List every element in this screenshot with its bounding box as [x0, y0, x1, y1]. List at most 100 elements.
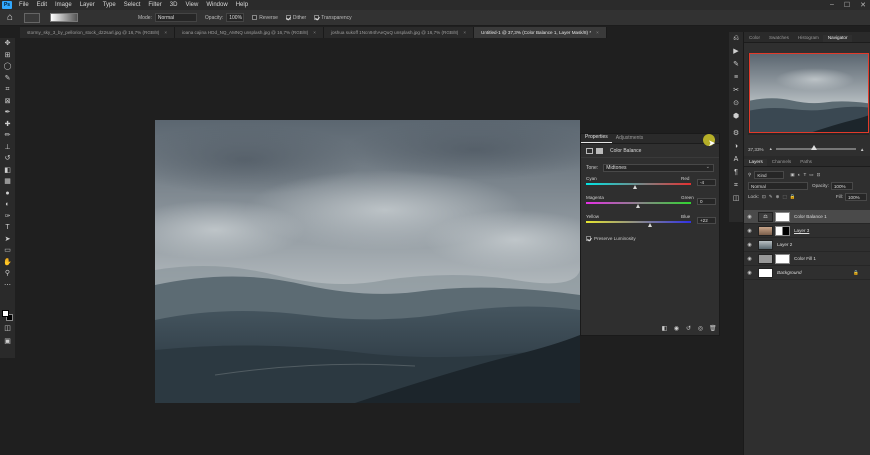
tab-histogram[interactable]: Histogram [793, 35, 823, 42]
rectangle-tool-icon[interactable]: ▭ [0, 245, 15, 257]
tone-select[interactable]: Midtones [603, 164, 714, 172]
tab-document-1[interactable]: stormy_sky_3_by_pellorion_stock_d22sarl.… [20, 27, 176, 38]
eraser-tool-icon[interactable]: ◧ [0, 165, 15, 177]
menu-select[interactable]: Select [120, 2, 145, 8]
zoom-value[interactable]: 37,33% [748, 147, 764, 152]
cyan-red-slider-thumb[interactable] [632, 185, 637, 189]
close-icon[interactable]: × [313, 30, 316, 35]
eye-icon[interactable]: ◉ [744, 214, 755, 220]
blend-mode-select[interactable]: Normal [748, 181, 808, 190]
frame-tool-icon[interactable]: ⊠ [0, 96, 15, 108]
transparency-checkbox[interactable] [314, 15, 320, 20]
3d-icon[interactable]: ⬢ [729, 110, 743, 123]
cyan-red-value-input[interactable]: -4 [697, 179, 716, 186]
lock-icon[interactable]: 🔒 [853, 270, 859, 276]
menu-layer[interactable]: Layer [76, 2, 99, 8]
zoom-out-icon[interactable]: ▴ [770, 146, 772, 152]
adjustments-icon[interactable]: ◑ [729, 140, 743, 153]
tab-document-2[interactable]: ioana cajina HDd_NQ_AMNQ unsplash.jpg @ … [175, 27, 324, 38]
properties-icon[interactable]: ⚙ [729, 127, 743, 140]
tab-paths[interactable]: Paths [795, 159, 816, 166]
dither-checkbox[interactable] [285, 15, 291, 20]
menu-file[interactable]: File [15, 2, 33, 8]
fill-input[interactable]: 100% [845, 192, 867, 201]
yellow-blue-slider-thumb[interactable] [647, 223, 652, 227]
glyphs-icon[interactable]: ⌗ [729, 179, 743, 192]
layer-mask-thumbnail[interactable] [775, 225, 790, 236]
quick-select-tool-icon[interactable]: ✎ [0, 73, 15, 85]
adjust-icon[interactable]: ≡ [729, 71, 743, 84]
visibility-icon[interactable]: ◎ [697, 326, 704, 333]
cyan-red-slider-track[interactable] [586, 183, 691, 185]
layer-mask-thumbnail[interactable] [775, 211, 790, 222]
document-canvas-image[interactable] [155, 120, 580, 403]
maximize-icon[interactable]: ☐ [844, 1, 850, 9]
eye-icon[interactable]: ◉ [744, 256, 755, 262]
menu-type[interactable]: Type [99, 2, 120, 8]
opacity-input[interactable]: 100% [226, 13, 245, 22]
navigator-view-box[interactable] [749, 53, 869, 133]
layer-row-background[interactable]: ◉ Background 🔒 [744, 266, 870, 280]
magenta-green-slider-thumb[interactable] [636, 204, 640, 208]
blur-tool-icon[interactable]: ● [0, 188, 15, 200]
layer-row-color-fill[interactable]: ◉ Color Fill 1 [744, 252, 870, 266]
eyedropper-tool-icon[interactable]: ✒ [0, 107, 15, 119]
layer-opacity-input[interactable]: 100% [830, 181, 853, 190]
eye-icon[interactable]: ◉ [744, 270, 755, 276]
menu-help[interactable]: Help [232, 2, 252, 8]
layer-row-layer-3[interactable]: ◉ Layer 3 [744, 224, 870, 238]
tab-navigator[interactable]: Navigator [822, 35, 852, 42]
yellow-blue-slider-track[interactable] [586, 221, 691, 223]
lock-icons[interactable]: ⊡✎⊕⬚🔒 [762, 194, 799, 200]
layer-row-layer-2[interactable]: ◉ Layer 2 [744, 238, 870, 252]
history-brush-tool-icon[interactable]: ↺ [0, 153, 15, 165]
close-icon[interactable]: ✕ [860, 1, 866, 9]
history-icon[interactable]: ⎌ [729, 32, 743, 45]
home-icon[interactable]: ⌂ [4, 12, 16, 24]
minimize-icon[interactable]: – [830, 1, 834, 9]
zoom-slider-track[interactable] [775, 145, 856, 150]
tool-presets-icon[interactable]: ✂ [729, 84, 743, 97]
brush-tool-icon[interactable]: ✏ [0, 130, 15, 142]
type-tool-icon[interactable]: T [0, 222, 15, 234]
foreground-color-swatch[interactable] [2, 310, 9, 317]
quick-mask-icon[interactable]: ◫ [0, 323, 15, 335]
eye-icon[interactable]: ◉ [744, 242, 755, 248]
eye-icon[interactable]: ◉ [744, 228, 755, 234]
hand-tool-icon[interactable]: ✋ [0, 257, 15, 269]
menu-view[interactable]: View [181, 2, 202, 8]
tab-channels[interactable]: Channels [767, 159, 795, 166]
zoom-in-icon[interactable]: ▲ [860, 147, 865, 152]
actions-play-icon[interactable]: ▶ [729, 45, 743, 58]
more-tools-icon[interactable]: ⋯ [0, 280, 15, 292]
zoom-slider-thumb[interactable] [811, 145, 818, 150]
gradient-tool-icon[interactable]: ▦ [0, 176, 15, 188]
move-tool-icon[interactable]: ✥ [0, 38, 15, 50]
path-selection-tool-icon[interactable]: ➤ [0, 234, 15, 246]
menu-3d[interactable]: 3D [166, 2, 182, 8]
reset-icon[interactable]: ↺ [685, 326, 692, 333]
crop-tool-icon[interactable]: ⌗ [0, 84, 15, 96]
tab-adjustments[interactable]: Adjustments [612, 135, 648, 143]
yellow-blue-value-input[interactable]: +22 [697, 217, 716, 224]
menu-window[interactable]: Window [202, 2, 231, 8]
healing-brush-tool-icon[interactable]: ✚ [0, 119, 15, 131]
menu-image[interactable]: Image [51, 2, 76, 8]
close-icon[interactable]: × [596, 30, 599, 35]
dodge-tool-icon[interactable]: ◐ [0, 199, 15, 211]
close-icon[interactable]: × [463, 30, 466, 35]
character-icon[interactable]: A [729, 153, 743, 166]
menu-filter[interactable]: Filter [144, 2, 165, 8]
zoom-tool-icon[interactable]: ⚲ [0, 268, 15, 280]
layer-filter-icons[interactable]: ▣◐T▭⊡ [790, 172, 823, 178]
libraries-icon[interactable]: ◫ [729, 192, 743, 205]
tab-layers[interactable]: Layers [744, 159, 767, 166]
layer-mask-icon[interactable] [596, 147, 603, 154]
clone-stamp-tool-icon[interactable]: ⊥ [0, 142, 15, 154]
clone-source-icon[interactable]: ⊙ [729, 97, 743, 110]
clip-to-layer-icon[interactable]: ◧ [661, 326, 668, 333]
pen-tool-icon[interactable]: ✑ [0, 211, 15, 223]
color-swatches[interactable] [2, 310, 13, 321]
magenta-green-value-input[interactable]: 0 [697, 198, 716, 205]
tab-document-active[interactable]: Untitled-1 @ 37,3% (Color Balance 1, Lay… [474, 27, 607, 38]
